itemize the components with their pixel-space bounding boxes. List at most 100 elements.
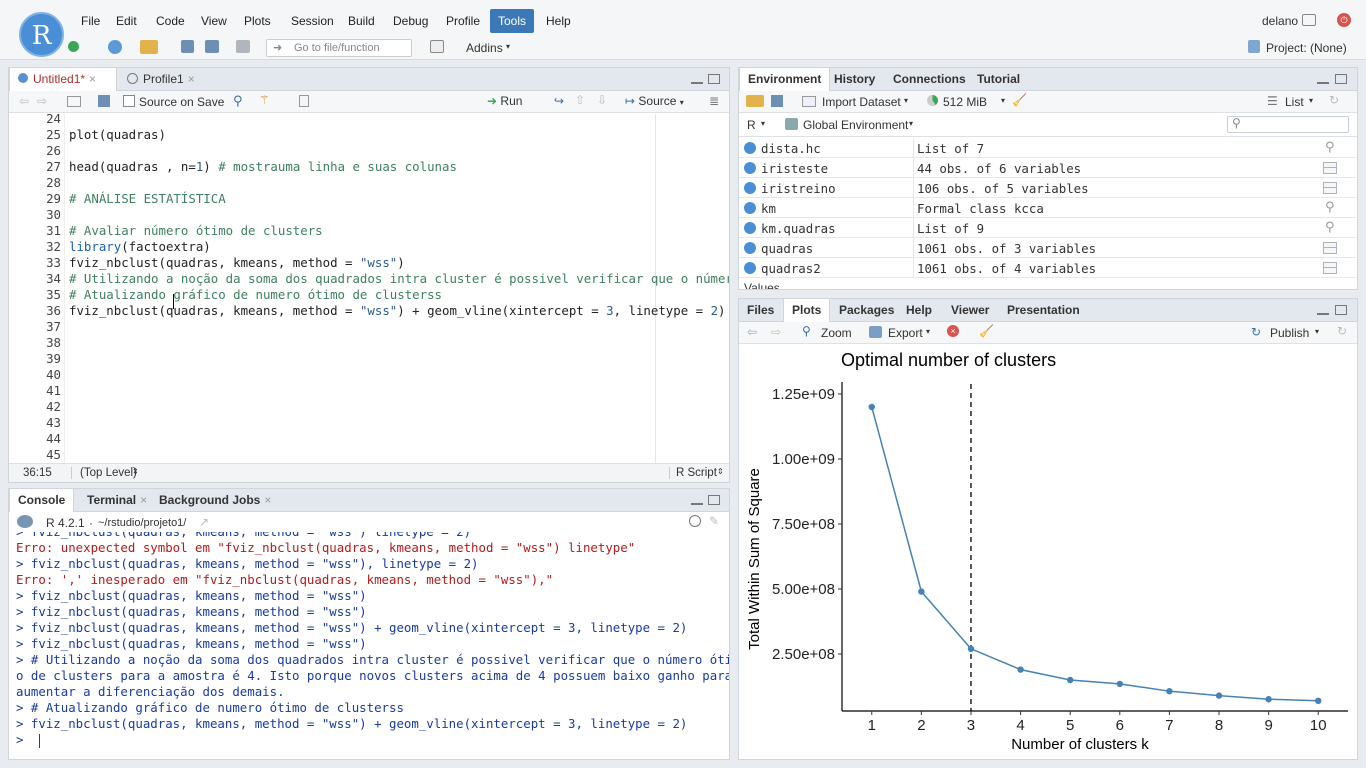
menu-file[interactable]: File: [77, 10, 104, 32]
editor-options-icon[interactable]: ≣: [709, 94, 719, 108]
table-view-icon[interactable]: [1323, 162, 1337, 174]
render-icon[interactable]: [689, 515, 701, 527]
env-row[interactable]: quadras2 1061 obs. of 4 variables: [739, 258, 1356, 278]
menu-debug[interactable]: Debug: [389, 10, 432, 32]
source-on-save-checkbox[interactable]: [123, 95, 135, 107]
menu-build[interactable]: Build: [344, 10, 379, 32]
menu-plots[interactable]: Plots: [240, 10, 275, 32]
tab-plots[interactable]: Plots: [783, 299, 831, 322]
addins-menu[interactable]: Addins: [466, 41, 503, 55]
tab-presentation[interactable]: Presentation: [999, 299, 1088, 322]
goto-dir-icon[interactable]: ↗: [199, 515, 209, 529]
code-area[interactable]: 24 25 plot(quadras) 26 27 head(quadras , n=1)…: [9, 114, 729, 464]
env-row[interactable]: quadras 1061 obs. of 3 variables: [739, 238, 1356, 258]
search-icon[interactable]: ⚲: [1325, 219, 1335, 235]
expand-icon[interactable]: [744, 262, 756, 274]
expand-icon[interactable]: [744, 182, 756, 194]
go-down-icon[interactable]: ⇩: [597, 93, 607, 107]
working-dir[interactable]: ~/rstudio/projeto1/: [98, 517, 186, 529]
prev-plot-icon[interactable]: ⇦: [747, 325, 757, 339]
minimize-pane-icon[interactable]: [691, 495, 703, 505]
menu-view[interactable]: View: [197, 10, 231, 32]
source-button[interactable]: ↦ Source ▾: [625, 94, 684, 108]
import-dataset-button[interactable]: Import Dataset: [822, 95, 901, 109]
menu-profile[interactable]: Profile: [442, 10, 484, 32]
tab-console[interactable]: Console: [9, 489, 75, 512]
expand-icon[interactable]: [744, 162, 756, 174]
expand-icon[interactable]: [744, 242, 756, 254]
search-icon[interactable]: ⚲: [1325, 139, 1335, 155]
close-tab-icon[interactable]: ×: [188, 72, 195, 86]
export-button[interactable]: Export: [888, 326, 923, 340]
menu-edit[interactable]: Edit: [112, 10, 141, 32]
table-view-icon[interactable]: [1323, 262, 1337, 274]
next-plot-icon[interactable]: ⇨: [771, 325, 781, 339]
search-icon[interactable]: ⚲: [1325, 199, 1335, 215]
zoom-button[interactable]: Zoom: [821, 326, 852, 340]
maximize-pane-icon[interactable]: [708, 74, 720, 84]
memory-usage[interactable]: 512 MiB: [943, 95, 987, 109]
tab-packages[interactable]: Packages: [831, 299, 902, 322]
find-icon[interactable]: ⚲: [233, 93, 243, 109]
table-view-icon[interactable]: [1323, 242, 1337, 254]
wand-icon[interactable]: ⚚: [259, 93, 270, 107]
goto-file-input[interactable]: ➜ Go to file/function: [266, 39, 412, 57]
env-row[interactable]: dista.hc List of 7 ⚲: [739, 138, 1356, 158]
refresh-plot-icon[interactable]: ↻: [1337, 324, 1347, 338]
maximize-pane-icon[interactable]: [708, 495, 720, 505]
forward-icon[interactable]: ⇨: [37, 94, 47, 108]
menu-tools[interactable]: Tools: [490, 9, 535, 33]
minimize-pane-icon[interactable]: [1317, 305, 1329, 315]
print-icon[interactable]: [236, 40, 250, 53]
language-select[interactable]: R: [747, 118, 756, 132]
expand-icon[interactable]: [744, 222, 756, 234]
save-icon[interactable]: [181, 40, 194, 53]
tab-untitled1[interactable]: Untitled1* ×: [9, 68, 117, 91]
tab-terminal[interactable]: Terminal ×: [79, 489, 155, 512]
tab-profile1[interactable]: Profile1 ×: [119, 68, 203, 91]
table-view-icon[interactable]: [1323, 182, 1337, 194]
grid-layout-icon[interactable]: [430, 40, 444, 53]
menu-help[interactable]: Help: [542, 10, 575, 32]
env-row[interactable]: iristreino 106 obs. of 5 variables: [739, 178, 1356, 198]
publish-button[interactable]: Publish: [1270, 326, 1309, 340]
tab-viewer[interactable]: Viewer: [943, 299, 997, 322]
minimize-pane-icon[interactable]: [1317, 74, 1329, 84]
expand-icon[interactable]: [744, 142, 756, 154]
scope-select[interactable]: Global Environment: [803, 118, 908, 132]
menu-session[interactable]: Session: [287, 10, 338, 32]
load-workspace-icon[interactable]: [746, 95, 764, 107]
env-row[interactable]: km.quadras List of 9 ⚲: [739, 218, 1356, 238]
close-tab-icon[interactable]: ×: [264, 493, 271, 507]
go-up-icon[interactable]: ⇧: [575, 93, 585, 107]
run-button[interactable]: ➜ Run: [487, 94, 522, 108]
power-icon[interactable]: ⏻: [1337, 13, 1351, 27]
tab-background-jobs[interactable]: Background Jobs ×: [151, 489, 279, 512]
close-tab-icon[interactable]: ×: [89, 72, 96, 86]
refresh-env-icon[interactable]: ↻: [1329, 93, 1339, 107]
signout-icon[interactable]: [1302, 14, 1316, 26]
save-all-icon[interactable]: [205, 40, 219, 53]
close-tab-icon[interactable]: ×: [140, 493, 147, 507]
list-view-button[interactable]: List: [1285, 95, 1304, 109]
tab-files[interactable]: Files: [739, 299, 782, 322]
remove-plot-icon[interactable]: ×: [947, 325, 959, 337]
maximize-pane-icon[interactable]: [1335, 74, 1347, 84]
new-project-icon[interactable]: [108, 40, 122, 54]
new-file-icon[interactable]: [68, 41, 79, 52]
clear-plots-icon[interactable]: 🧹: [979, 324, 994, 338]
scope-label[interactable]: (Top Level): [71, 467, 137, 479]
file-type-label[interactable]: R Script: [669, 467, 717, 479]
outline-icon[interactable]: [299, 95, 309, 107]
env-search-input[interactable]: ⚲: [1227, 116, 1349, 133]
menu-code[interactable]: Code: [152, 10, 189, 32]
expand-icon[interactable]: [744, 202, 756, 214]
minimize-pane-icon[interactable]: [691, 74, 703, 84]
maximize-pane-icon[interactable]: [1335, 305, 1347, 315]
tab-connections[interactable]: Connections: [885, 68, 974, 91]
console-output[interactable]: > fviz_nbclust(quadras, kmeans, method =…: [9, 532, 729, 759]
clear-console-icon[interactable]: ✎: [709, 514, 719, 528]
open-file-icon[interactable]: [140, 40, 158, 54]
rerun-icon[interactable]: ↪: [554, 94, 564, 108]
project-menu[interactable]: Project: (None): [1266, 41, 1347, 55]
